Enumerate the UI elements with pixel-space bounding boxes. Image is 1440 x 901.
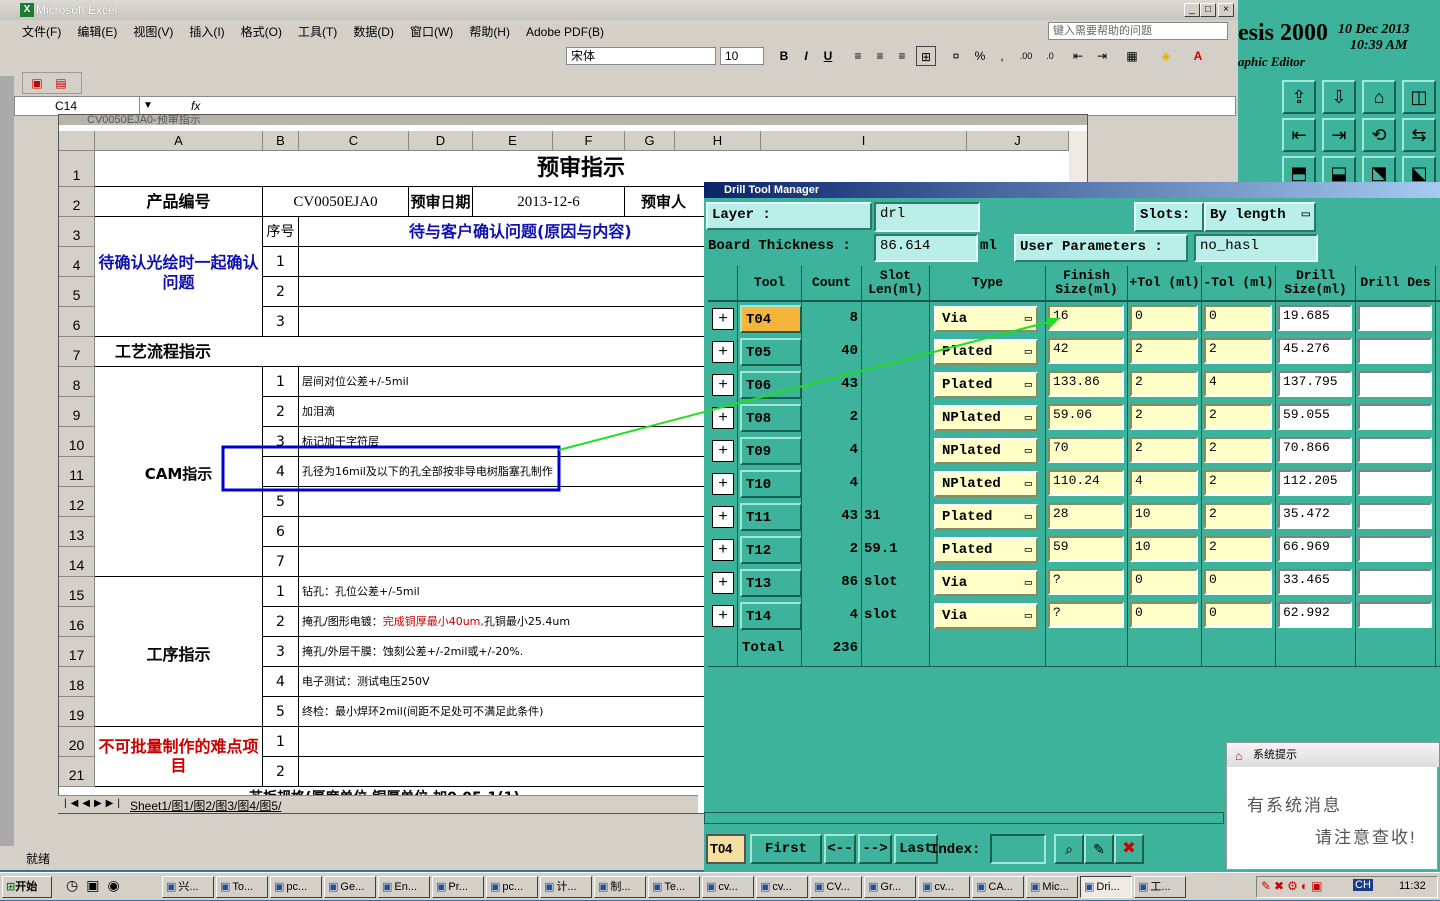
- taskbar-item[interactable]: ▣ 兴...: [162, 876, 214, 898]
- window-icon: ▣: [544, 881, 555, 893]
- taskbar-item-label: 兴...: [178, 881, 199, 893]
- taskbar-item-label: Mic...: [1042, 881, 1069, 893]
- taskbar-item[interactable]: ▣ CA...: [972, 876, 1024, 898]
- taskbar-item[interactable]: ▣ Mic...: [1026, 876, 1078, 898]
- taskbar-item-label: cv...: [772, 881, 792, 893]
- taskbar-item[interactable]: ▣ 计...: [540, 876, 592, 898]
- taskbar-item-label: Te...: [664, 881, 686, 893]
- taskbar-item[interactable]: ▣ CV...: [810, 876, 862, 898]
- taskbar-item[interactable]: ▣ Dri...: [1080, 876, 1132, 898]
- system-notification[interactable]: 系统提示 ⌂ 有系统消息 请注意查收!: [1226, 742, 1439, 870]
- windows-icon: ⊞: [6, 881, 16, 893]
- start-label: 开始: [15, 881, 38, 893]
- taskbar-item[interactable]: ▣ Gr...: [864, 876, 916, 898]
- taskbar-item-label: cv...: [718, 881, 738, 893]
- taskbar-item-label: pc...: [502, 881, 524, 893]
- home-icon: ⌂: [1235, 749, 1243, 763]
- taskbar-item[interactable]: ▣ Ge...: [324, 876, 376, 898]
- taskbar-item-label: 计...: [556, 881, 577, 893]
- window-icon: ▣: [1138, 881, 1149, 893]
- taskbar-item[interactable]: ▣ Te...: [648, 876, 700, 898]
- highlight-box: [221, 445, 561, 492]
- window-icon: ▣: [220, 881, 231, 893]
- taskbar-item[interactable]: ▣ cv...: [918, 876, 970, 898]
- taskbar-item-label: Gr...: [880, 881, 902, 893]
- window-icon: ▣: [922, 881, 933, 893]
- arrow-head-icon: [1046, 318, 1060, 328]
- window-icon: ▣: [976, 881, 987, 893]
- taskbar-item-label: En...: [394, 881, 418, 893]
- window-icon: ▣: [1030, 881, 1041, 893]
- ime-icon[interactable]: CH: [1353, 879, 1373, 891]
- system-tray: ✎✖⚙◐▣ CH 11:32: [1256, 876, 1438, 898]
- taskbar-item[interactable]: ▣ Pr...: [432, 876, 484, 898]
- notification-line2: 请注意查收!: [1315, 828, 1417, 847]
- tray-icons: ✎✖⚙◐▣: [1261, 879, 1326, 893]
- taskbar-item-label: 工...: [1150, 881, 1171, 893]
- notification-title: 系统提示: [1227, 743, 1439, 767]
- taskbar-item[interactable]: ▣ cv...: [702, 876, 754, 898]
- window-icon: ▣: [436, 881, 447, 893]
- quick-launch: ◷▣◉: [66, 877, 128, 893]
- taskbar-item[interactable]: ▣ To...: [216, 876, 268, 898]
- taskbar-item-label: pc...: [286, 881, 308, 893]
- window-icon: ▣: [706, 881, 717, 893]
- taskbar-item[interactable]: ▣ 制...: [594, 876, 646, 898]
- taskbar-item[interactable]: ▣ pc...: [486, 876, 538, 898]
- taskbar-item-label: Dri...: [1096, 881, 1120, 893]
- window-icon: ▣: [490, 881, 501, 893]
- window-icon: ▣: [1084, 881, 1095, 893]
- window-icon: ▣: [760, 881, 771, 893]
- taskbar-item[interactable]: ▣ pc...: [270, 876, 322, 898]
- window-icon: ▣: [382, 881, 393, 893]
- window-icon: ▣: [598, 881, 609, 893]
- taskbar-item[interactable]: ▣ En...: [378, 876, 430, 898]
- link-arrow: [558, 319, 1057, 451]
- taskbar: ⊞开始 ◷▣◉ ▣ 兴... ▣ To... ▣ pc... ▣ Ge... ▣ En... ▣ Pr…: [0, 872, 1440, 900]
- start-button[interactable]: ⊞开始: [2, 876, 52, 898]
- window-icon: ▣: [274, 881, 285, 893]
- taskbar-item[interactable]: ▣ cv...: [756, 876, 808, 898]
- window-icon: ▣: [328, 881, 339, 893]
- taskbar-item-label: Ge...: [340, 881, 365, 893]
- taskbar-item-label: 制...: [610, 881, 631, 893]
- window-icon: ▣: [814, 881, 825, 893]
- annotation-overlay: [221, 318, 1060, 492]
- notification-line1: 有系统消息: [1247, 796, 1342, 815]
- taskbar-item-label: CV...: [826, 881, 850, 893]
- clock: 11:32: [1399, 880, 1426, 892]
- taskbar-item-label: Pr...: [448, 881, 468, 893]
- taskbar-item-label: CA...: [988, 881, 1013, 893]
- window-icon: ▣: [868, 881, 879, 893]
- taskbar-item-label: To...: [232, 881, 254, 893]
- window-icon: ▣: [166, 881, 177, 893]
- taskbar-item-label: cv...: [934, 881, 954, 893]
- taskbar-item[interactable]: ▣ 工...: [1134, 876, 1186, 898]
- window-icon: ▣: [652, 881, 663, 893]
- task-buttons: ▣ 兴... ▣ To... ▣ pc... ▣ Ge... ▣ En... ▣ Pr... ▣ pc..…: [162, 873, 1252, 901]
